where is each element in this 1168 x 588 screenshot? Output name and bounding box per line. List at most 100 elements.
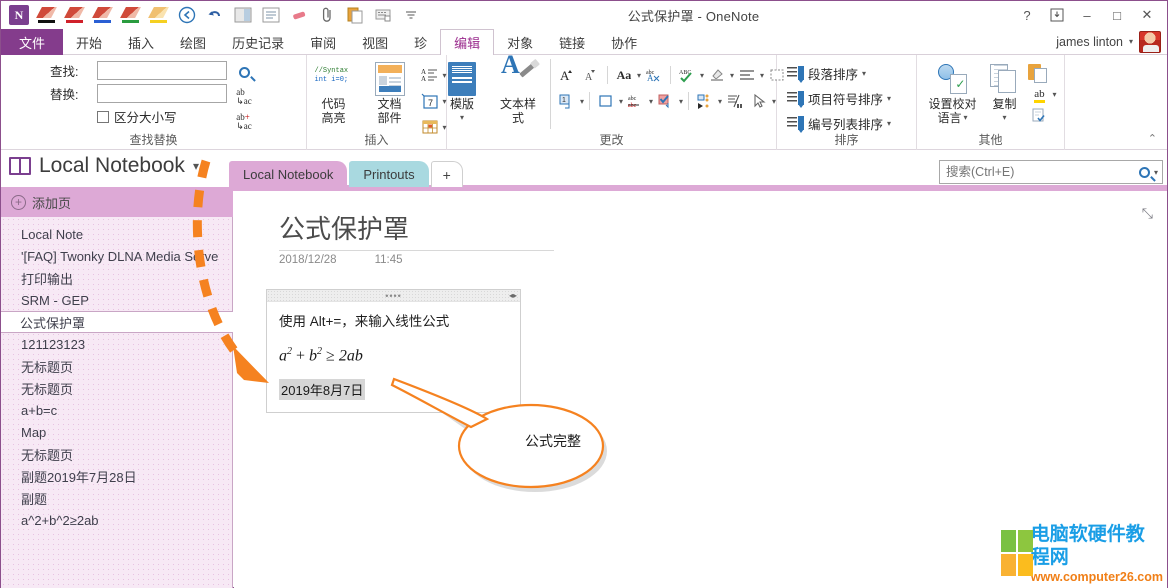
minimize-button[interactable]: – bbox=[1073, 3, 1101, 27]
note-text-line[interactable]: 使用 Alt+=，来输入线性公式 bbox=[279, 312, 508, 332]
replace-all-icon[interactable]: ab+↳ac bbox=[231, 111, 257, 133]
paste-special-icon[interactable] bbox=[1028, 62, 1050, 84]
tab-history[interactable]: 历史记录 bbox=[219, 29, 297, 55]
back-icon[interactable] bbox=[174, 3, 200, 27]
sort-numbered-list-chevron-down-icon[interactable]: ▾ bbox=[887, 119, 891, 128]
expand-page-icon[interactable]: ⤡ bbox=[1142, 205, 1153, 222]
eraser-icon[interactable] bbox=[286, 3, 312, 27]
tab-home[interactable]: 开始 bbox=[63, 29, 115, 55]
list-item-selected[interactable]: 公式保护罩 bbox=[1, 311, 233, 333]
spell-check-icon[interactable]: ABC bbox=[676, 64, 698, 86]
section-tab-local-notebook[interactable]: Local Notebook bbox=[229, 161, 347, 187]
maximize-button[interactable]: □ bbox=[1103, 3, 1131, 27]
highlight-color-chevron-down-icon[interactable]: ▾ bbox=[730, 71, 734, 80]
note-container-handle[interactable]: •••• ◂▸ bbox=[267, 290, 520, 302]
ribbon-display-options-button[interactable] bbox=[1043, 3, 1071, 27]
tab-collaborate[interactable]: 协作 bbox=[598, 29, 650, 55]
sort-bullets-item[interactable]: 项目符号排序 ▾ bbox=[787, 88, 891, 109]
attach-file-icon[interactable] bbox=[314, 3, 340, 27]
copy-button[interactable]: 复制 ▾ bbox=[983, 59, 1025, 125]
checkbox-icon[interactable] bbox=[97, 111, 109, 123]
note-container[interactable]: •••• ◂▸ 使用 Alt+=，来输入线性公式 a2 + b2 ≥ 2ab 2… bbox=[266, 289, 521, 413]
select-pointer-icon[interactable] bbox=[748, 90, 770, 112]
pen-green-icon[interactable] bbox=[118, 3, 144, 27]
strikethrough-icon[interactable]: abcabc bbox=[625, 90, 647, 112]
replace-icon[interactable]: ab↳ac bbox=[231, 86, 257, 108]
paragraph-align-chevron-down-icon[interactable]: ▾ bbox=[760, 71, 764, 80]
search-chevron-down-icon[interactable]: ▾ bbox=[1154, 168, 1158, 177]
list-item[interactable]: a^2+b^2≥2ab bbox=[1, 509, 233, 531]
tab-gem[interactable]: 珍 bbox=[401, 29, 440, 55]
note-body[interactable]: 使用 Alt+=，来输入线性公式 a2 + b2 ≥ 2ab 2019年8月7日 bbox=[267, 302, 520, 412]
list-item[interactable]: '[FAQ] Twonky DLNA Media Serve bbox=[1, 245, 233, 267]
increase-font-size-icon[interactable]: A bbox=[556, 64, 578, 86]
page-title[interactable]: 公式保护罩 bbox=[279, 209, 409, 246]
box-style-icon[interactable] bbox=[595, 90, 617, 112]
change-case-icon[interactable]: Aa bbox=[613, 64, 635, 86]
list-item[interactable]: 121123123 bbox=[1, 333, 233, 355]
highlight-marker-chevron-down-icon[interactable]: ▾ bbox=[1052, 90, 1056, 99]
pen-blue-icon[interactable] bbox=[90, 3, 116, 27]
notebook-selector[interactable]: Local Notebook ▾ bbox=[9, 154, 199, 178]
template-button[interactable]: 模版 ▾ bbox=[435, 59, 489, 125]
checkbox-tag-icon[interactable] bbox=[655, 90, 677, 112]
clear-formatting-icon[interactable]: abcA bbox=[643, 64, 665, 86]
search-box[interactable]: ▾ bbox=[939, 160, 1163, 184]
decrease-font-size-icon[interactable]: A bbox=[580, 64, 602, 86]
docking-view-icon[interactable] bbox=[230, 3, 256, 27]
search-icon[interactable] bbox=[1137, 164, 1153, 180]
change-case-chevron-down-icon[interactable]: ▾ bbox=[637, 71, 641, 80]
line-spacing-icon[interactable] bbox=[724, 90, 746, 112]
sort-paragraphs-item[interactable]: 段落排序 ▾ bbox=[787, 63, 866, 84]
pen-black-icon[interactable] bbox=[34, 3, 60, 27]
doc-part-button[interactable]: 文档 部件 bbox=[363, 59, 417, 125]
search-input[interactable] bbox=[946, 165, 1135, 179]
ribbon-collapse-icon[interactable]: ⌃ bbox=[1148, 132, 1157, 145]
paragraph-align-icon[interactable] bbox=[736, 64, 758, 86]
highlight-color-icon[interactable] bbox=[706, 64, 728, 86]
customize-qat-icon[interactable] bbox=[398, 3, 424, 27]
undo-icon[interactable] bbox=[202, 3, 228, 27]
list-item[interactable]: a+b=c bbox=[1, 399, 233, 421]
set-proofing-language-button[interactable]: ✓ 设置校对 语言 ▾ bbox=[924, 59, 980, 125]
list-item[interactable]: 无标题页 bbox=[1, 443, 233, 465]
note-formula[interactable]: a2 + b2 ≥ 2ab bbox=[279, 346, 508, 365]
bullet-list-chevron-down-icon[interactable]: ▾ bbox=[718, 97, 722, 106]
add-page-button[interactable]: + 添加页 bbox=[1, 187, 233, 217]
account-area[interactable]: james linton ▾ bbox=[1056, 29, 1167, 54]
check-document-icon[interactable] bbox=[1028, 104, 1050, 126]
tab-draw[interactable]: 绘图 bbox=[167, 29, 219, 55]
tab-review[interactable]: 审阅 bbox=[297, 29, 349, 55]
tab-file[interactable]: 文件 bbox=[1, 29, 63, 55]
list-item[interactable]: 无标题页 bbox=[1, 377, 233, 399]
tab-insert[interactable]: 插入 bbox=[115, 29, 167, 55]
notebook-chevron-down-icon[interactable]: ▾ bbox=[193, 159, 199, 173]
spell-check-chevron-down-icon[interactable]: ▾ bbox=[700, 71, 704, 80]
copy-chevron-down-icon[interactable]: ▾ bbox=[1002, 111, 1006, 125]
highlighter-yellow-icon[interactable] bbox=[146, 3, 172, 27]
list-item[interactable]: 无标题页 bbox=[1, 355, 233, 377]
list-item[interactable]: 副题 bbox=[1, 487, 233, 509]
clipboard-paste-icon[interactable] bbox=[342, 3, 368, 27]
handle-resize-arrows-icon[interactable]: ◂▸ bbox=[509, 291, 517, 300]
text-style-button[interactable]: A 文本样 式 bbox=[491, 59, 545, 125]
numbering-chevron-down-icon[interactable]: ▾ bbox=[580, 97, 584, 106]
sort-bullets-chevron-down-icon[interactable]: ▾ bbox=[887, 94, 891, 103]
list-item[interactable]: SRM - GEP bbox=[1, 289, 233, 311]
search-icon[interactable] bbox=[231, 61, 257, 83]
proofing-chevron-down-icon[interactable]: ▾ bbox=[963, 111, 967, 125]
replace-input[interactable] bbox=[97, 84, 227, 103]
note-date-stamp[interactable]: 2019年8月7日 bbox=[279, 379, 365, 400]
full-page-view-icon[interactable] bbox=[258, 3, 284, 27]
box-style-chevron-down-icon[interactable]: ▾ bbox=[619, 97, 623, 106]
section-tab-printouts[interactable]: Printouts bbox=[349, 161, 428, 187]
tab-view[interactable]: 视图 bbox=[349, 29, 401, 55]
sort-paragraphs-chevron-down-icon[interactable]: ▾ bbox=[862, 69, 866, 78]
avatar[interactable] bbox=[1139, 31, 1161, 53]
checkbox-tag-chevron-down-icon[interactable]: ▾ bbox=[679, 97, 683, 106]
numbering-icon[interactable]: 1 bbox=[556, 90, 578, 112]
bullet-list-icon[interactable] bbox=[694, 90, 716, 112]
list-item[interactable]: 打印输出 bbox=[1, 267, 233, 289]
template-chevron-down-icon[interactable]: ▾ bbox=[460, 111, 464, 125]
code-highlight-button[interactable]: //Syntaxint i=0; 代码 高亮 bbox=[307, 59, 361, 125]
